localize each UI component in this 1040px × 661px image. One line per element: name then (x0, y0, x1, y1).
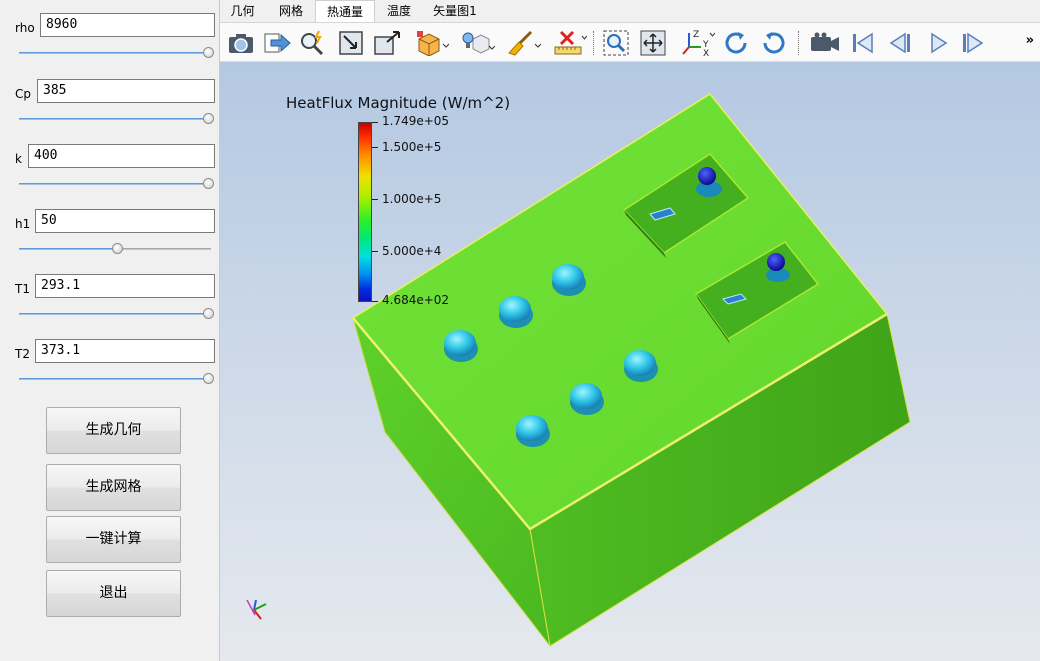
reset-box-icon[interactable] (336, 28, 366, 58)
heat-flux-3d-model[interactable] (220, 62, 1040, 661)
param-cp: Cp 385 (0, 79, 220, 139)
k-slider[interactable] (19, 178, 214, 190)
legend-tick-label: 1.500e+5 (382, 140, 442, 154)
video-camera-icon[interactable] (808, 28, 842, 58)
rotate-cw-icon[interactable] (722, 28, 752, 58)
slider-knob[interactable] (203, 308, 214, 319)
pick-box-icon[interactable] (372, 28, 402, 58)
t1-input[interactable]: 293.1 (35, 274, 215, 298)
legend-tick-label: 1.000e+5 (382, 192, 442, 206)
tab-heat-flux[interactable]: 热通量 (315, 0, 375, 22)
legend-tick (372, 147, 378, 148)
slider-knob[interactable] (203, 113, 214, 124)
h1-slider[interactable] (19, 243, 211, 255)
rho-slider[interactable] (19, 47, 214, 59)
param-h1-label: h1 (15, 217, 31, 231)
param-k-label: k (15, 152, 22, 166)
legend-tick (372, 301, 378, 302)
zoom-magic-icon[interactable] (298, 28, 328, 58)
legend-tick-label: 1.749e+05 (382, 114, 450, 128)
orientation-axes-icon (246, 599, 267, 620)
slider-track (19, 183, 211, 185)
color-cube-icon[interactable] (414, 28, 450, 58)
toolbar-separator (593, 31, 594, 55)
t2-input[interactable]: 373.1 (35, 339, 215, 363)
fit-view-icon[interactable] (638, 28, 668, 58)
t1-slider[interactable] (19, 308, 214, 320)
one-click-compute-button[interactable]: 一键计算 (46, 516, 181, 563)
rho-input[interactable]: 8960 (40, 13, 215, 37)
toolbar-separator (798, 31, 799, 55)
legend-tick-label: 4.684e+02 (382, 293, 450, 307)
slider-track (19, 118, 211, 120)
play-icon[interactable] (923, 28, 953, 58)
render-viewport[interactable]: HeatFlux Magnitude (W/m^2) 1.749e+05 1.5… (220, 62, 1040, 661)
slider-track (19, 378, 211, 380)
axes-icon[interactable]: ZYX (680, 28, 716, 58)
param-t1: T1 293.1 (0, 274, 220, 334)
color-scale-bar (358, 122, 372, 302)
param-rho-label: rho (15, 21, 35, 35)
h1-input[interactable]: 50 (35, 209, 215, 233)
slider-track-filled (19, 248, 117, 250)
tab-geometry[interactable]: 几何 (220, 0, 265, 22)
slider-knob[interactable] (203, 178, 214, 189)
k-input[interactable]: 400 (28, 144, 215, 168)
delete-ruler-icon[interactable] (552, 28, 588, 58)
legend-tick (372, 122, 378, 123)
parameter-panel: rho 8960 Cp 385 k 400 h1 50 T1 293.1 T2 … (0, 0, 220, 661)
tab-temperature[interactable]: 温度 (378, 0, 420, 22)
svg-text:Z: Z (693, 30, 699, 40)
param-h1: h1 50 (0, 209, 220, 269)
slider-track (19, 52, 211, 54)
toolbar-overflow-icon[interactable]: » (1026, 33, 1034, 48)
legend-tick (372, 251, 378, 252)
legend-tick (372, 199, 378, 200)
slider-track (19, 313, 211, 315)
param-t1-label: T1 (15, 282, 30, 296)
param-k: k 400 (0, 144, 220, 204)
param-rho: rho 8960 (0, 13, 220, 73)
tab-bar: 几何 网格 热通量 温度 矢量图1 (220, 0, 1040, 22)
cp-input[interactable]: 385 (37, 79, 215, 103)
last-frame-icon[interactable] (958, 28, 988, 58)
param-t2-label: T2 (15, 347, 30, 361)
light-bulb-icon[interactable] (460, 28, 496, 58)
slider-track-empty (117, 248, 211, 250)
camera-icon[interactable] (226, 28, 256, 58)
param-t2: T2 373.1 (0, 339, 220, 399)
toolbar: ZYX » (220, 22, 1040, 62)
param-cp-label: Cp (15, 87, 31, 101)
slider-knob[interactable] (112, 243, 123, 254)
legend-title: HeatFlux Magnitude (W/m^2) (286, 94, 511, 112)
rotate-ccw-icon[interactable] (758, 28, 788, 58)
tab-mesh[interactable]: 网格 (270, 0, 312, 22)
generate-mesh-button[interactable]: 生成网格 (46, 464, 181, 511)
prev-frame-icon[interactable] (885, 28, 915, 58)
legend-tick-label: 5.000e+4 (382, 244, 442, 258)
cp-slider[interactable] (19, 113, 214, 125)
slider-knob[interactable] (203, 373, 214, 384)
exit-button[interactable]: 退出 (46, 570, 181, 617)
zoom-box-icon[interactable] (601, 28, 631, 58)
t2-slider[interactable] (19, 373, 214, 385)
tab-vector-plot[interactable]: 矢量图1 (425, 0, 485, 22)
paint-brush-icon[interactable] (506, 28, 542, 58)
svg-text:X: X (703, 49, 709, 57)
export-arrow-icon[interactable] (262, 28, 292, 58)
slider-knob[interactable] (203, 47, 214, 58)
first-frame-icon[interactable] (848, 28, 878, 58)
generate-geometry-button[interactable]: 生成几何 (46, 407, 181, 454)
